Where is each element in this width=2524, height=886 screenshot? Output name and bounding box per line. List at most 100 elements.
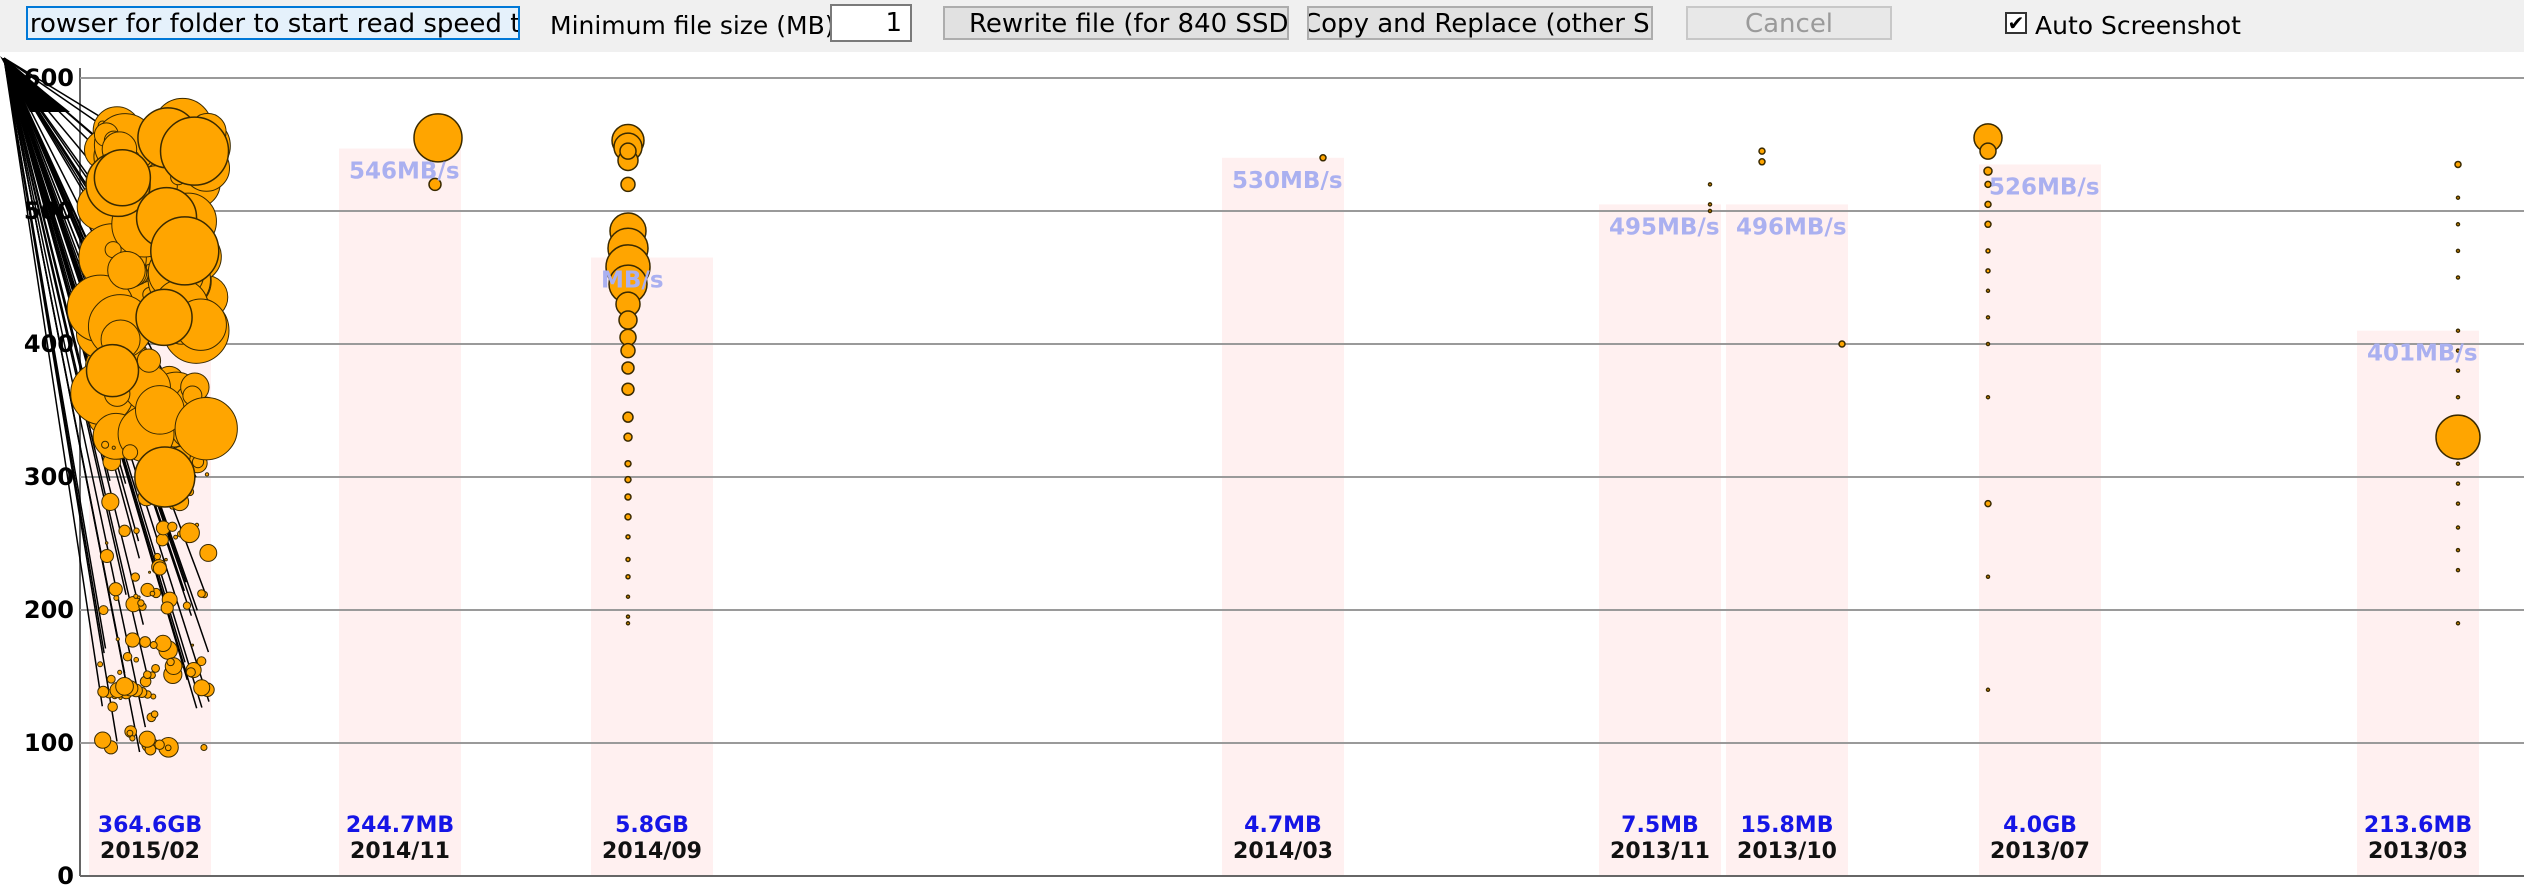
data-bubble-2014-09 [625, 621, 631, 626]
data-bubble-2013-11 [1707, 182, 1713, 187]
rewrite-file-button[interactable]: Rewrite file (for 840 SSD) [943, 6, 1289, 40]
data-bubble-2013-11 [1707, 202, 1713, 207]
cluster-bubble [104, 541, 109, 545]
copy-replace-label: Copy and Replace (other SSD) [1307, 9, 1651, 39]
rewrite-file-label: Rewrite file (for 840 SSD) [969, 9, 1289, 39]
y-tick-label: 200 [24, 596, 74, 624]
data-bubble-2014-09 [621, 382, 635, 396]
category-size-label: 15.8MB [1741, 813, 1834, 838]
data-bubble-2014-09 [624, 459, 632, 468]
cluster-bubble [143, 670, 152, 680]
category-size-label: 364.6GB [98, 813, 202, 838]
cluster-bubble [149, 641, 158, 649]
cancel-button[interactable]: Cancel [1686, 6, 1892, 40]
cluster-bubble [133, 656, 140, 663]
data-bubble-2013-07 [1985, 574, 1991, 579]
data-bubble-2013-07 [1984, 220, 1992, 229]
cluster-bubble [138, 730, 156, 748]
data-bubble-2013-03 [2455, 501, 2461, 506]
data-bubble-2013-03 [2435, 414, 2481, 460]
data-bubble-2013-10 [1758, 158, 1766, 166]
toolbar: Browser for folder to start read speed t… [0, 0, 2524, 52]
cluster-bubble [97, 685, 110, 698]
category-size-label: 4.0GB [2003, 813, 2077, 838]
cluster-bubble [193, 679, 211, 697]
data-bubble-2013-07 [1985, 341, 1991, 347]
category-date-label: 2013/07 [1990, 839, 2090, 864]
cluster-bubble [174, 397, 238, 461]
data-bubble-2013-10 [1758, 147, 1766, 155]
data-bubble-2013-07 [1985, 288, 1991, 294]
cluster-bubble [136, 348, 162, 373]
min-file-size-input[interactable] [830, 4, 912, 42]
data-bubble-2014-09 [625, 594, 631, 599]
cluster-bubble [150, 216, 220, 286]
data-bubble-2013-03 [2455, 328, 2461, 333]
data-bubble-2013-03 [2455, 525, 2461, 530]
data-bubble-2014-09 [624, 513, 632, 521]
category-date-label: 2014/09 [602, 839, 702, 864]
category-speed-label: 496MB/s [1736, 214, 1847, 240]
category-band-2014-09 [591, 257, 713, 876]
cluster-bubble [154, 739, 165, 751]
category-speed-label: 530MB/s [1232, 168, 1343, 194]
cluster-bubble [124, 632, 141, 648]
read-speed-chart: 0100200300400500600 364.6GB2015/02546MB/… [0, 56, 2524, 886]
cluster-bubble [113, 595, 120, 602]
cluster-bubble [159, 116, 230, 186]
data-bubble-2013-11 [1707, 208, 1713, 214]
cluster-bubble [185, 667, 196, 678]
cluster-bubble [108, 582, 123, 597]
cluster-bubble [117, 669, 123, 675]
data-bubble-2013-07 [1979, 142, 1997, 160]
cluster-bubble [148, 570, 152, 574]
y-tick-label: 100 [24, 729, 74, 757]
data-bubble-2014-09 [625, 574, 631, 580]
cluster-bubble [155, 533, 169, 547]
data-bubble-2013-03 [2455, 248, 2461, 254]
cluster-bubble [101, 440, 110, 449]
cluster-bubble [191, 643, 195, 647]
data-bubble-2014-09 [625, 614, 631, 619]
cluster-bubble [134, 446, 196, 508]
browse-folder-button[interactable]: Browser for folder to start read speed t… [26, 6, 520, 40]
cluster-bubble [151, 663, 160, 673]
cluster-bubble [118, 524, 131, 538]
category-speed-label: 495MB/s [1609, 214, 1720, 240]
category-date-label: 2015/02 [100, 839, 200, 864]
category-speed-label: 546MB/s [349, 158, 460, 184]
cluster-bubble [200, 743, 208, 752]
auto-screenshot-label: Auto Screenshot [2035, 11, 2241, 40]
copy-replace-button[interactable]: Copy and Replace (other SSD) [1307, 6, 1653, 40]
data-bubble-2013-03 [2455, 481, 2461, 486]
data-bubble-2013-07 [1985, 394, 1991, 400]
data-bubble-2013-03 [2455, 567, 2461, 573]
data-bubble-2014-11 [413, 113, 463, 163]
cluster-bubble [133, 593, 139, 599]
cluster-bubble [133, 527, 140, 535]
cluster-bubble [182, 601, 192, 610]
data-bubble-2013-07 [1985, 315, 1991, 320]
category-date-label: 2013/10 [1737, 839, 1837, 864]
data-bubble-2014-03 [1319, 154, 1327, 162]
cluster-bubble [196, 656, 207, 667]
cluster-bubble [93, 149, 152, 207]
category-date-label: 2013/11 [1610, 839, 1710, 864]
cluster-bubble [130, 572, 140, 582]
data-bubble-2014-09 [618, 310, 638, 330]
cluster-bubble [106, 674, 116, 684]
cluster-bubble [150, 710, 159, 718]
auto-screenshot-checkbox[interactable]: ✔ [2005, 12, 2027, 34]
cluster-bubble [197, 589, 206, 598]
data-bubble-2014-09 [622, 411, 634, 423]
cluster-bubble [99, 548, 114, 564]
data-bubble-2013-07 [1985, 687, 1991, 693]
cluster-bubble [149, 590, 156, 597]
cluster-bubble [115, 676, 134, 696]
data-bubble-2013-03 [2455, 222, 2461, 227]
cluster-bubble [101, 492, 120, 511]
cluster-bubble [204, 472, 210, 477]
cluster-bubble [107, 701, 118, 713]
data-bubble-2013-07 [1985, 268, 1991, 274]
data-bubble-2013-07 [1984, 499, 1992, 508]
